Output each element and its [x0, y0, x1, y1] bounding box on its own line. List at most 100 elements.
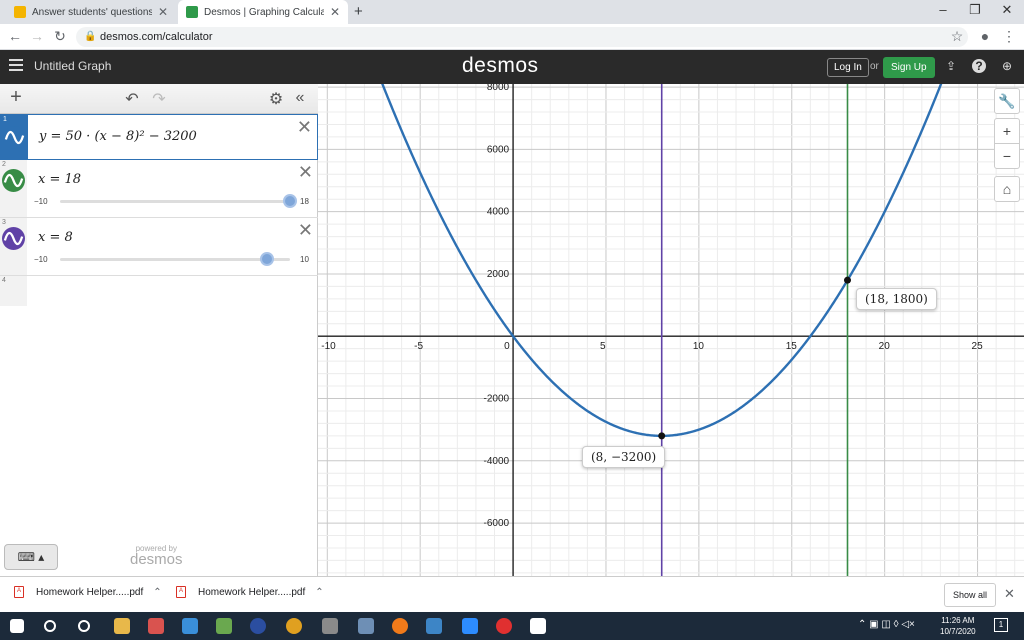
slider-min[interactable]: −10	[34, 197, 48, 206]
delete-expression-icon[interactable]: ✕	[298, 162, 313, 183]
y-tick-label: -6000	[484, 518, 510, 529]
close-window-icon[interactable]: ✕	[992, 2, 1022, 18]
undo-icon[interactable]: ↶	[122, 89, 142, 109]
url-input[interactable]: 🔒 desmos.com/calculator	[76, 27, 968, 47]
expression-row-2[interactable]: 2 x = 18 ✕ −10 18	[0, 160, 318, 218]
x-tick-label: 10	[693, 341, 705, 352]
graph-svg[interactable]: -10 -5 0 5 10 15 20 25 8000 6000 4000 2000 -2000 -400…	[318, 84, 1024, 576]
point-label-intersection[interactable]: (18, 1800)	[856, 288, 937, 310]
graph-settings-wrench-icon[interactable]: 🔧	[994, 88, 1020, 114]
point-label-vertex[interactable]: (8, −3200)	[582, 446, 666, 468]
close-downloads-icon[interactable]: ✕	[1004, 586, 1015, 602]
zoom-in-button[interactable]: +	[994, 118, 1020, 144]
download-item[interactable]: A Homework Helper.....pdf ⌃	[14, 586, 162, 598]
cortana-icon[interactable]	[78, 620, 90, 632]
clock-time: 11:26 AM	[941, 616, 975, 625]
y-tick-label: 6000	[487, 144, 510, 155]
expression-text[interactable]: x = 18	[38, 172, 81, 187]
menu-dots-icon[interactable]: ⋮	[1000, 28, 1018, 45]
minimize-icon[interactable]: –	[928, 2, 958, 17]
expression-text[interactable]: x = 8	[38, 230, 73, 245]
row-number: 3	[2, 219, 6, 226]
bookmark-star-icon[interactable]: ☆	[948, 28, 966, 45]
tab-answer-students[interactable]: Answer students' questions and e ✕	[6, 0, 176, 24]
keyboard-toggle-button[interactable]: ⌨ ▴	[4, 544, 58, 570]
restore-icon[interactable]: ❐	[960, 2, 990, 18]
expression-toolbar: + ↶ ↷ ⚙ «	[0, 84, 318, 114]
tray-icons[interactable]: ⌃ ▣ ◫ ◊ ◁×	[858, 619, 915, 630]
forward-arrow-icon[interactable]: →	[28, 28, 46, 44]
curve-color-icon[interactable]	[2, 169, 25, 192]
profile-icon[interactable]: ●	[976, 28, 994, 44]
chevron-up-icon[interactable]: ⌃	[315, 587, 323, 598]
desmos-header: Untitled Graph desmos Log In or Sign Up …	[0, 50, 1024, 84]
reload-icon[interactable]: ↻	[51, 28, 69, 45]
tab-desmos[interactable]: Desmos | Graphing Calculator ✕	[178, 0, 348, 24]
curve-color-icon[interactable]	[3, 126, 26, 149]
back-arrow-icon[interactable]: ←	[6, 28, 24, 44]
show-all-button[interactable]: Show all	[944, 583, 997, 607]
graph-title[interactable]: Untitled Graph	[34, 59, 111, 73]
x-tick-label: -10	[321, 341, 336, 352]
download-filename: Homework Helper.....pdf	[198, 586, 306, 598]
slider-track[interactable]	[60, 258, 290, 261]
slider-max[interactable]: 10	[300, 255, 309, 264]
slider-min[interactable]: −10	[34, 255, 48, 264]
expression-text[interactable]: y = 50 · (x − 8)² − 3200	[39, 129, 197, 144]
desmos-favicon-icon	[186, 6, 198, 18]
expression-row-1[interactable]: 1 y = 50 · (x − 8)² − 3200 ✕	[0, 114, 318, 160]
slider-max[interactable]: 18	[300, 197, 309, 206]
windows-start-icon[interactable]	[10, 619, 24, 633]
chevron-up-icon[interactable]: ⌃	[153, 587, 161, 598]
app-icon[interactable]	[530, 618, 546, 634]
x-tick-label: 20	[879, 341, 891, 352]
graph-paper[interactable]: -10 -5 0 5 10 15 20 25 8000 6000 4000 2000 -2000 -400…	[318, 84, 1024, 576]
home-icon[interactable]: ⌂	[994, 176, 1020, 202]
search-icon[interactable]	[44, 620, 56, 632]
curve-color-icon[interactable]	[2, 227, 25, 250]
app-icon[interactable]	[216, 618, 232, 634]
zoom-out-button[interactable]: −	[994, 143, 1020, 169]
taskbar-clock[interactable]: 11:26 AM 10/7/2020	[940, 615, 976, 637]
settings-gear-icon[interactable]: ⚙	[266, 89, 286, 109]
login-button[interactable]: Log In	[827, 58, 869, 77]
share-icon[interactable]: ⇪	[944, 59, 958, 73]
chrome-icon[interactable]	[286, 618, 302, 634]
y-tick-label: -2000	[484, 394, 510, 405]
downloads-bar: A Homework Helper.....pdf ⌃ A Homework H…	[0, 576, 1024, 612]
zoom-app-icon[interactable]	[462, 618, 478, 634]
app-icon[interactable]	[148, 618, 164, 634]
download-item[interactable]: A Homework Helper.....pdf ⌃	[176, 586, 324, 598]
close-tab-icon[interactable]: ✕	[158, 5, 168, 19]
delete-expression-icon[interactable]: ✕	[297, 117, 312, 138]
opera-icon[interactable]	[496, 618, 512, 634]
edge-icon[interactable]	[182, 618, 198, 634]
chegg-favicon-icon	[14, 6, 26, 18]
marked-point	[658, 432, 666, 440]
app-icon[interactable]	[392, 618, 408, 634]
new-tab-button[interactable]: +	[354, 3, 363, 20]
collapse-panel-icon[interactable]: «	[290, 89, 310, 107]
app-icon[interactable]	[426, 618, 442, 634]
signup-button[interactable]: Sign Up	[883, 57, 935, 78]
slider-handle[interactable]	[283, 194, 297, 208]
app-icon[interactable]	[358, 618, 374, 634]
app-icon[interactable]	[322, 618, 338, 634]
expression-row-3[interactable]: 3 x = 8 ✕ −10 10	[0, 218, 318, 276]
add-expression-icon[interactable]: +	[6, 86, 26, 109]
slider-handle[interactable]	[260, 252, 274, 266]
delete-expression-icon[interactable]: ✕	[298, 220, 313, 241]
slider-track[interactable]	[60, 200, 290, 203]
notifications-icon[interactable]: 1	[994, 618, 1008, 632]
expression-row-empty[interactable]: 4	[0, 276, 318, 306]
redo-icon[interactable]: ↷	[149, 89, 169, 109]
close-tab-icon[interactable]: ✕	[330, 5, 340, 19]
powered-by-logo: desmos	[130, 551, 183, 568]
help-icon[interactable]: ?	[972, 59, 986, 73]
app-icon[interactable]	[250, 618, 266, 634]
hamburger-menu-icon[interactable]	[9, 59, 23, 73]
globe-icon[interactable]: ⊕	[1000, 59, 1014, 73]
x-tick-label: 25	[972, 341, 984, 352]
file-explorer-icon[interactable]	[114, 618, 130, 634]
desmos-logo: desmos	[462, 54, 539, 77]
